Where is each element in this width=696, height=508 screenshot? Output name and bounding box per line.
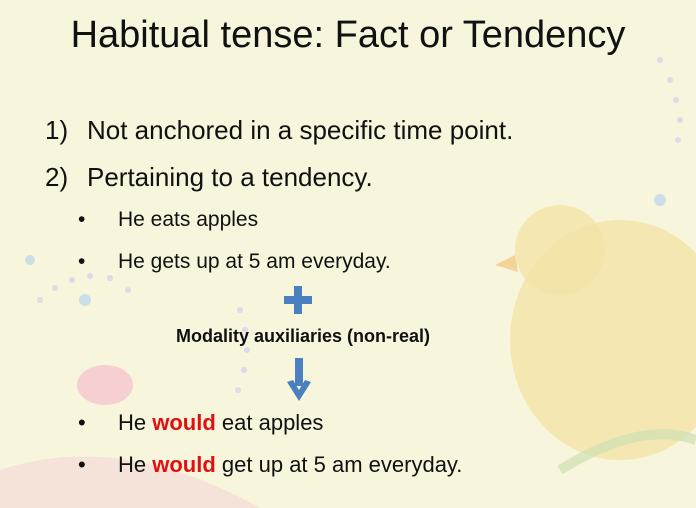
bullet-icon: • xyxy=(78,208,86,231)
bullet-icon: • xyxy=(78,452,86,477)
bullet-item: • He would eat apples xyxy=(78,410,323,436)
modal-word: would xyxy=(152,410,216,435)
bullet-item: • He eats apples xyxy=(78,208,258,232)
item-number: 1) xyxy=(45,115,69,145)
bullet-text: He gets up at 5 am everyday. xyxy=(118,250,391,273)
bullet-text-post: eat apples xyxy=(215,410,324,435)
bullet-icon: • xyxy=(78,250,86,273)
bullet-text-pre: He xyxy=(118,410,153,435)
numbered-item-2: 2) Pertaining to a tendency. xyxy=(45,162,373,193)
modality-label: Modality auxiliaries (non-real) xyxy=(175,326,431,346)
bullet-item: • He would get up at 5 am everyday. xyxy=(78,452,462,478)
item-text: Pertaining to a tendency. xyxy=(87,162,373,192)
bullet-icon: • xyxy=(78,410,86,435)
pink-bird xyxy=(77,365,133,405)
bullet-item: • He gets up at 5 am everyday. xyxy=(78,250,391,274)
arrow-down-icon xyxy=(287,358,311,401)
bullet-text-post: get up at 5 am everyday. xyxy=(215,452,463,477)
numbered-item-1: 1) Not anchored in a specific time point. xyxy=(45,115,513,146)
bullet-text-pre: He xyxy=(118,452,153,477)
plus-icon xyxy=(284,286,312,314)
item-text: Not anchored in a specific time point. xyxy=(87,115,514,145)
modal-word: would xyxy=(152,452,216,477)
bullet-text: He eats apples xyxy=(118,208,259,231)
item-number: 2) xyxy=(45,162,69,192)
slide-title: Habitual tense: Fact or Tendency xyxy=(70,14,626,56)
